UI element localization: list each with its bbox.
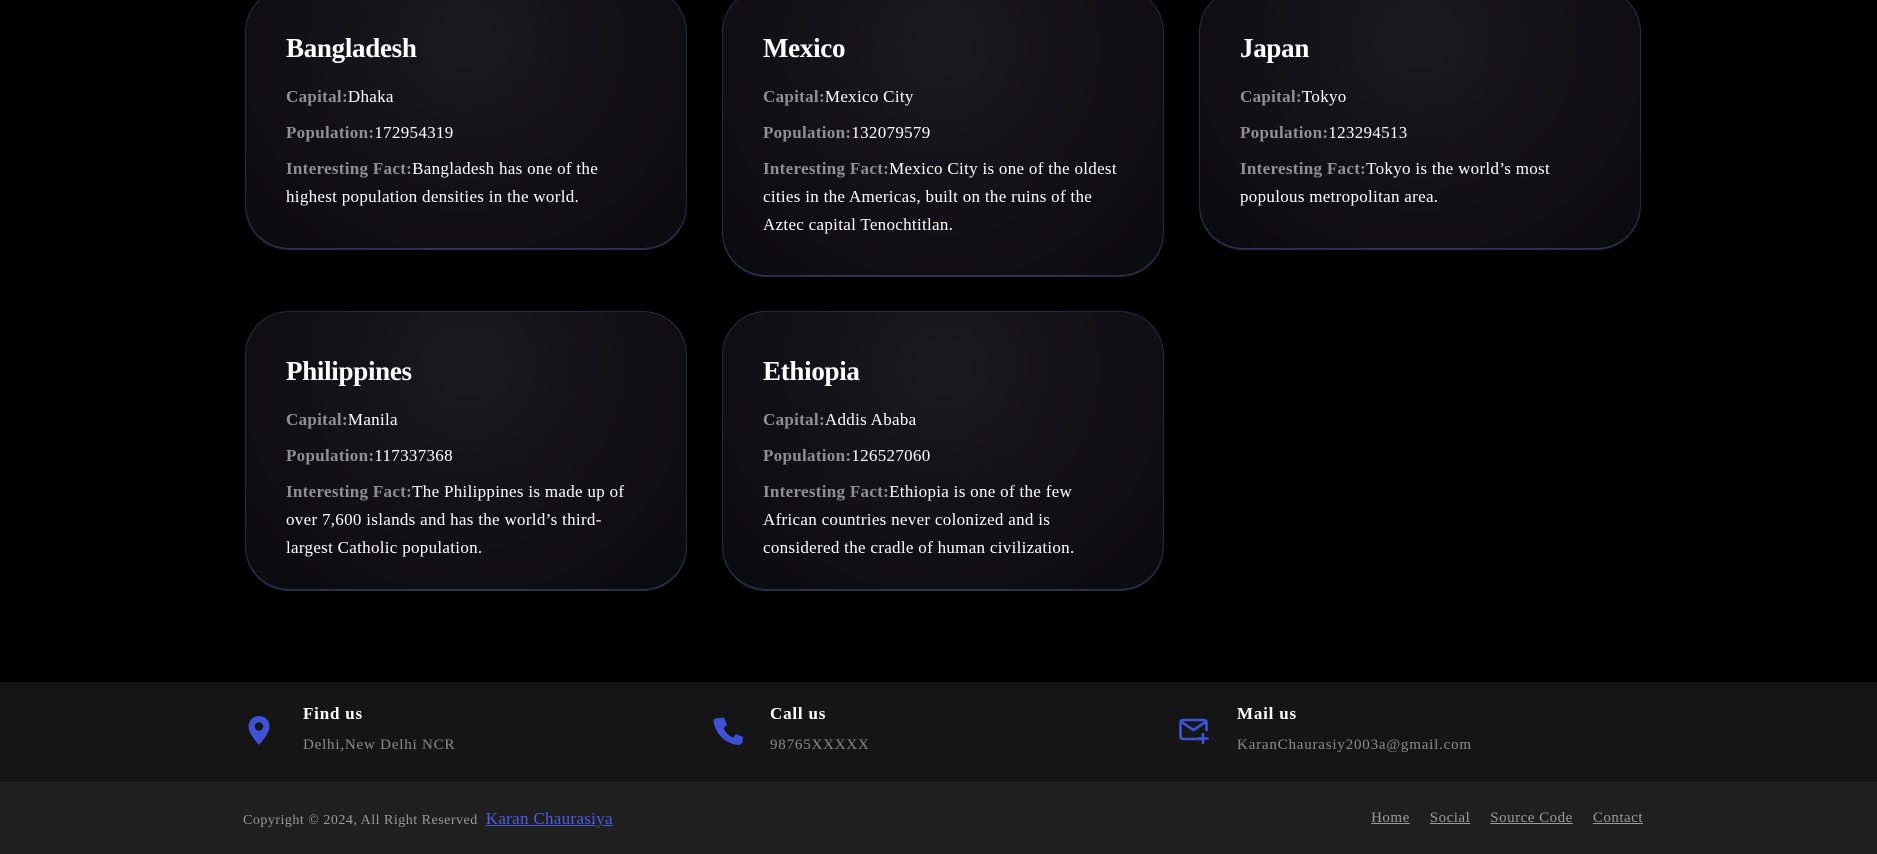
country-card-ethiopia: Ethiopia Capital:Addis Ababa Population:… <box>722 311 1164 591</box>
country-card-philippines: Philippines Capital:Manila Population:11… <box>245 311 687 591</box>
find-us-title: Find us <box>303 704 363 723</box>
mail-plus-icon <box>1177 712 1209 748</box>
call-us-title: Call us <box>770 704 827 723</box>
population-label: Population: <box>763 446 852 465</box>
fact-label: Interesting Fact: <box>763 482 890 501</box>
capital-value: Tokyo <box>1301 87 1347 106</box>
capital-label: Capital: <box>763 87 825 106</box>
author-link[interactable]: Karan Chaurasiya <box>486 809 613 828</box>
population-value: 123294513 <box>1328 123 1408 142</box>
mail-us-block: Mail us KaranChaurasiy2003a@gmail.com <box>1177 704 1517 764</box>
mail-us-email: KaranChaurasiy2003a@gmail.com <box>1237 737 1472 753</box>
population-value: 117337368 <box>374 446 453 465</box>
fact-label: Interesting Fact: <box>1240 159 1367 178</box>
capital-label: Capital: <box>286 410 348 429</box>
capital-value: Manila <box>347 410 398 429</box>
fact-label: Interesting Fact: <box>763 159 890 178</box>
capital-label: Capital: <box>286 87 348 106</box>
phone-icon <box>710 712 743 748</box>
population-label: Population: <box>1240 123 1329 142</box>
call-us-phone: 98765XXXXX <box>770 737 870 753</box>
country-cards-grid: Bangladesh Capital:Dhaka Population:1729… <box>0 0 1877 682</box>
country-name: Japan <box>1240 33 1310 63</box>
contact-info-bar: Find us Delhi,New Delhi NCR Call us 9876… <box>0 682 1877 782</box>
country-name: Bangladesh <box>286 33 417 63</box>
capital-label: Capital: <box>763 410 825 429</box>
population-label: Population: <box>286 123 375 142</box>
capital-value: Dhaka <box>347 87 394 106</box>
country-card-bangladesh: Bangladesh Capital:Dhaka Population:1729… <box>245 0 687 250</box>
country-card-japan: Japan Capital:Tokyo Population:123294513… <box>1199 0 1641 250</box>
country-card-mexico: Mexico Capital:Mexico City Population:13… <box>722 0 1164 277</box>
copyright-text: Copyright © 2024, All Right Reserved Kar… <box>243 809 613 829</box>
capital-value: Addis Ababa <box>824 410 917 429</box>
find-us-address: Delhi,New Delhi NCR <box>303 737 456 753</box>
footer-link-home[interactable]: Home <box>1371 810 1410 827</box>
country-name: Mexico <box>763 33 846 63</box>
call-us-block: Call us 98765XXXXX <box>710 704 1010 764</box>
capital-value: Mexico City <box>824 87 914 106</box>
footer-link-contact[interactable]: Contact <box>1593 810 1643 827</box>
population-value: 172954319 <box>374 123 454 142</box>
country-name: Ethiopia <box>763 356 860 386</box>
population-label: Population: <box>763 123 852 142</box>
country-name: Philippines <box>286 356 412 386</box>
capital-label: Capital: <box>1240 87 1302 106</box>
copyright-label: Copyright © 2024, All Right Reserved <box>243 813 478 828</box>
footer-link-social[interactable]: Social <box>1430 810 1471 827</box>
fact-label: Interesting Fact: <box>286 482 413 501</box>
mail-us-title: Mail us <box>1237 704 1297 723</box>
find-us-block: Find us Delhi,New Delhi NCR <box>243 704 543 764</box>
fact-label: Interesting Fact: <box>286 159 413 178</box>
population-value: 126527060 <box>851 446 931 465</box>
footer-link-source-code[interactable]: Source Code <box>1490 810 1573 827</box>
location-pin-icon <box>243 712 275 748</box>
footer-nav: Home Social Source Code Contact <box>1371 810 1643 827</box>
population-label: Population: <box>286 446 375 465</box>
population-value: 132079579 <box>851 123 931 142</box>
copyright-bar: Copyright © 2024, All Right Reserved Kar… <box>0 782 1877 854</box>
